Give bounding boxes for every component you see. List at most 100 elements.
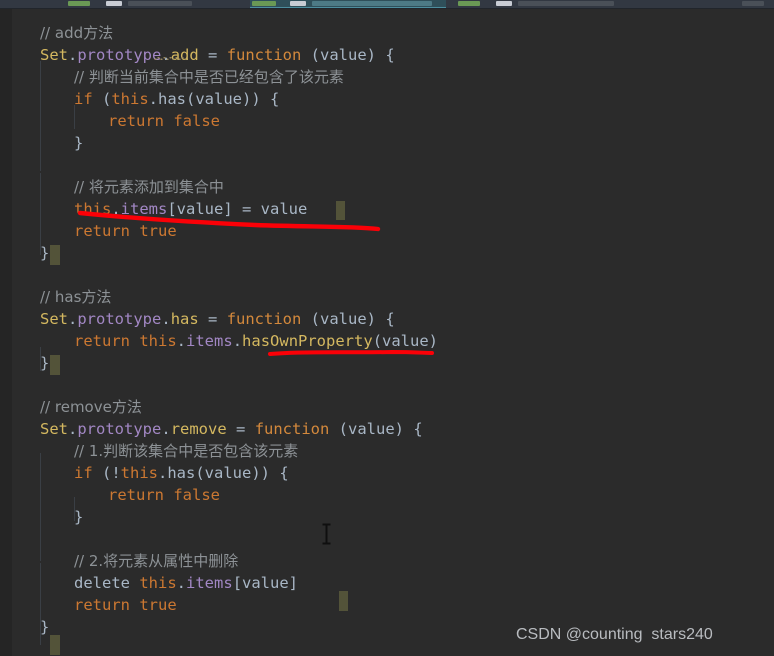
code-line[interactable]: return false [108, 484, 220, 506]
code-token: Set [40, 310, 68, 328]
code-token: return [74, 332, 130, 350]
code-token: false [173, 486, 221, 504]
code-line[interactable]: } [40, 352, 49, 374]
code-token: . [161, 46, 171, 64]
code-token: prototype [77, 420, 162, 438]
cursor-block-after-items [339, 591, 348, 611]
code-token: this [111, 90, 149, 108]
code-line[interactable]: } [74, 506, 83, 528]
code-token: . [161, 310, 171, 328]
code-line[interactable]: // 将元素添加到集合中 [74, 176, 224, 198]
tab-overflow-button[interactable] [742, 1, 764, 6]
code-token: if [74, 90, 93, 108]
code-token: // remove方法 [40, 398, 142, 416]
code-token: (value) { [329, 420, 423, 438]
code-token: this [139, 574, 177, 592]
red-underline-items-assignment [70, 200, 400, 240]
code-token: } [40, 618, 50, 636]
code-token: has [158, 90, 187, 108]
code-token: . [148, 90, 159, 108]
code-line[interactable]: Set.prototype.add = function (value) { [40, 44, 395, 66]
tab-label-blur-2[interactable] [518, 1, 614, 6]
code-token: has [170, 310, 199, 328]
tab-icon-file [106, 1, 122, 6]
squiggly-error-underline-add [154, 57, 188, 60]
indent-guide-1d [40, 453, 41, 561]
code-token: (value) { [301, 310, 395, 328]
code-token: // add方法 [40, 24, 114, 42]
code-line[interactable]: } [74, 132, 83, 154]
code-token: . [68, 310, 78, 328]
code-line[interactable]: } [40, 242, 49, 264]
indent-guide-1a [40, 61, 41, 171]
code-token: = [198, 46, 227, 64]
code-token: // has方法 [40, 288, 112, 306]
code-line[interactable]: // 判断当前集合中是否已经包含了该元素 [74, 66, 344, 88]
code-line[interactable]: } [40, 616, 49, 638]
code-token: true [139, 596, 177, 614]
code-token: } [74, 508, 84, 526]
code-token: // 将元素添加到集合中 [74, 178, 224, 196]
code-token: . [176, 574, 187, 592]
code-token: = [226, 420, 255, 438]
code-token: return [108, 486, 164, 504]
red-underline-hasownproperty [262, 340, 452, 370]
code-line[interactable]: return true [74, 594, 177, 616]
code-line[interactable]: Set.prototype.has = function (value) { [40, 308, 395, 330]
code-token: . [68, 46, 78, 64]
code-line[interactable]: // 2.将元素从属性中删除 [74, 550, 238, 572]
bracket-match-block-2 [50, 355, 60, 375]
code-line[interactable]: // 1.判断该集合中是否包含该元素 [74, 440, 298, 462]
code-token: } [40, 244, 50, 262]
code-token: (! [92, 464, 121, 482]
code-line[interactable]: if (this.has(value)) { [74, 88, 279, 110]
code-token: this [120, 464, 158, 482]
editor-code-area[interactable]: // add方法 Set.prototype.add = function (va… [12, 9, 774, 656]
code-token: Set [40, 46, 68, 64]
code-token: . [158, 464, 168, 482]
code-token: . [68, 420, 78, 438]
text-cursor-ibeam [321, 523, 332, 545]
code-token: delete [74, 574, 130, 592]
tab-icon-file-2 [496, 1, 512, 6]
code-token: function [226, 46, 302, 64]
code-token: prototype [77, 310, 162, 328]
bracket-match-block-1 [50, 245, 60, 265]
code-token: add [170, 46, 199, 64]
code-line[interactable]: delete this.items[value] [74, 572, 298, 594]
tab-icon-js-active [252, 1, 276, 6]
code-token: . [232, 332, 243, 350]
code-token: . [176, 332, 187, 350]
editor-window: // add方法 Set.prototype.add = function (va… [0, 0, 774, 656]
code-token: function [226, 310, 302, 328]
code-line[interactable]: if (!this.has(value)) { [74, 462, 289, 484]
code-token: if [74, 464, 93, 482]
code-line[interactable]: // has方法 [40, 286, 111, 308]
code-line[interactable]: // add方法 [40, 22, 113, 44]
tab-label-blur-1[interactable] [128, 1, 192, 6]
code-line[interactable]: // remove方法 [40, 396, 142, 418]
code-token: // 判断当前集合中是否已经包含了该元素 [74, 68, 344, 86]
code-token: items [186, 332, 233, 350]
code-token: prototype [77, 46, 162, 64]
tab-icon-file-active [290, 1, 306, 6]
code-token: Set [40, 420, 68, 438]
editor-tab-bar[interactable] [0, 0, 774, 9]
code-token: [value] [232, 574, 299, 592]
code-line[interactable]: Set.prototype.remove = function (value) … [40, 418, 423, 440]
code-token: this [139, 332, 177, 350]
tab-label-blur-active[interactable] [312, 1, 432, 6]
tab-icon-js-2 [458, 1, 480, 6]
editor-gutter[interactable] [0, 9, 12, 656]
code-token: } [74, 134, 84, 152]
code-token: has [167, 464, 196, 482]
code-token: // 2.将元素从属性中删除 [74, 552, 239, 570]
code-token: ( [92, 90, 112, 108]
code-token: return [108, 112, 164, 130]
code-line[interactable]: return false [108, 110, 220, 132]
code-token: function [254, 420, 330, 438]
